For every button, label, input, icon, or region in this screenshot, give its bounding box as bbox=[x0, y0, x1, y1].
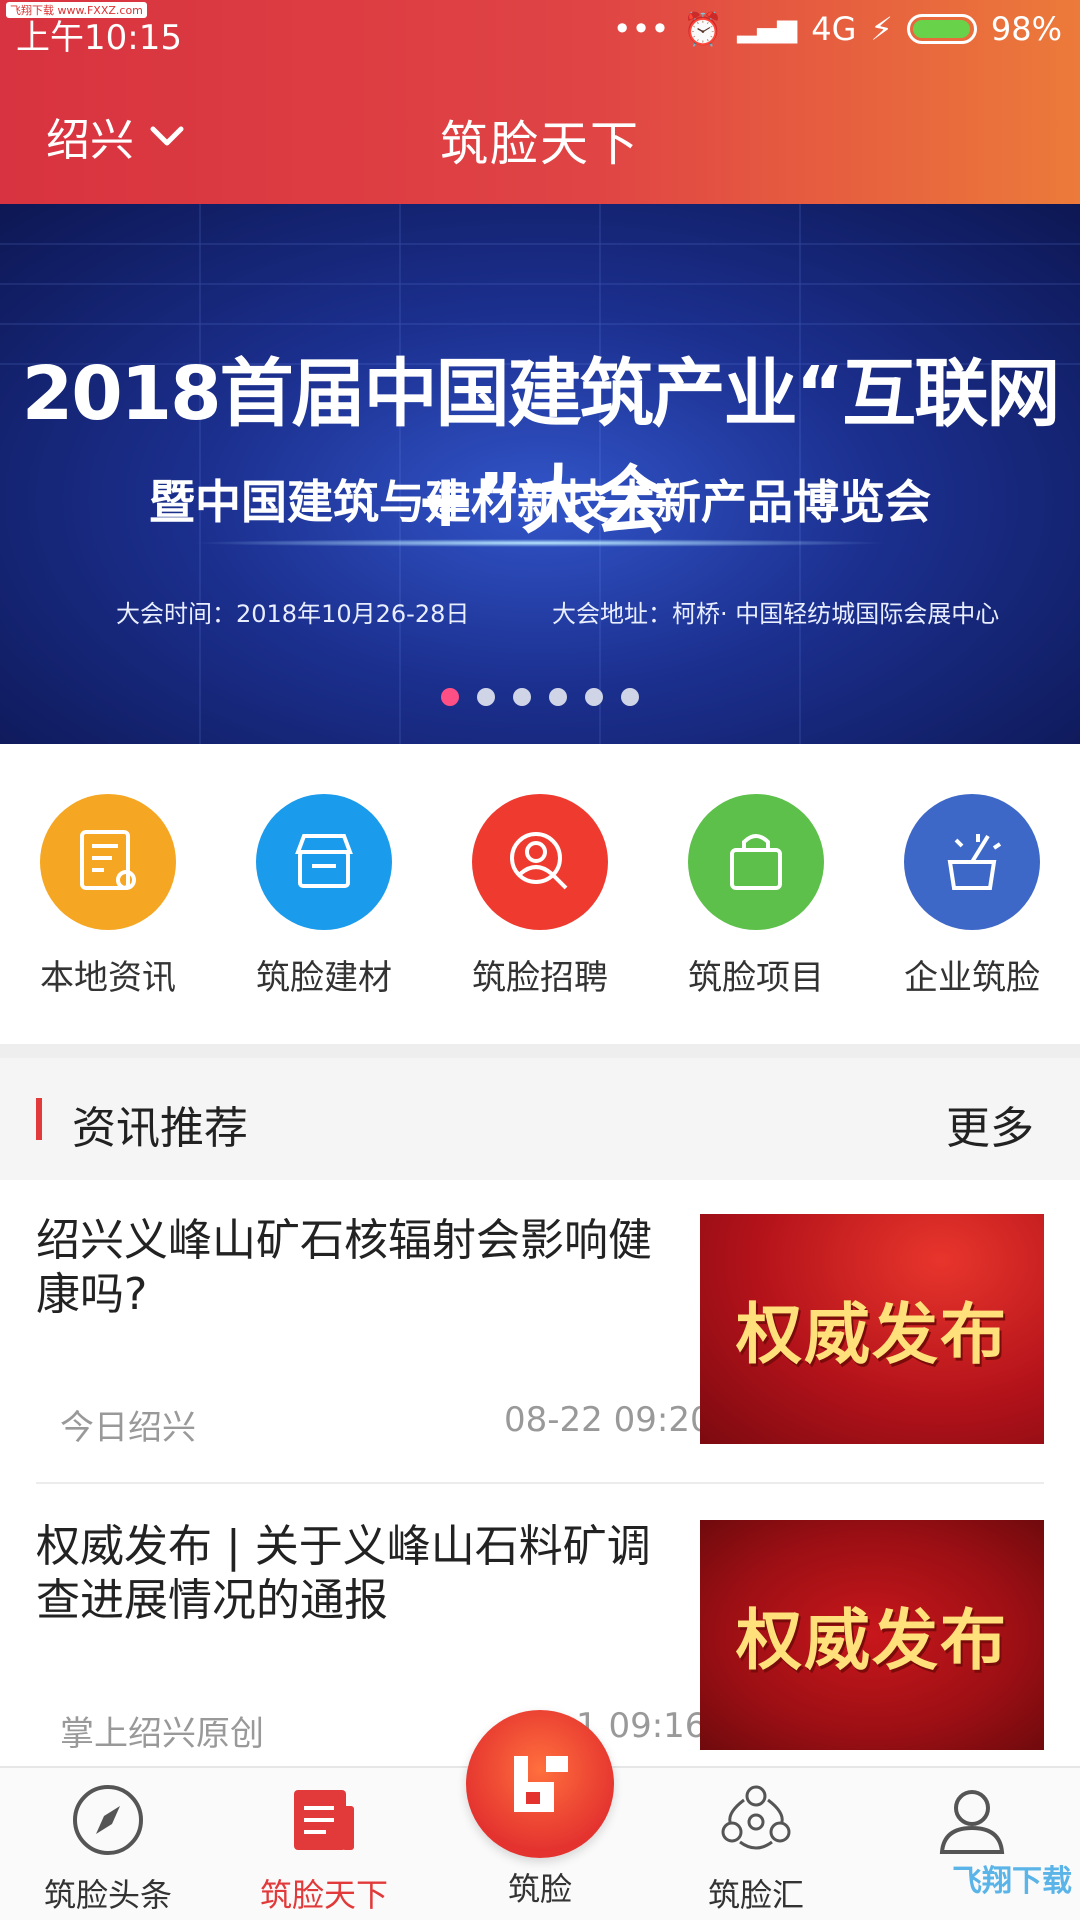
alarm-icon: ⏰ bbox=[683, 10, 724, 48]
thumbnail-text: 权威发布 bbox=[736, 1296, 1008, 1373]
page-title: 筑脸天下 bbox=[439, 116, 640, 172]
more-dots-icon: ••• bbox=[612, 10, 670, 48]
shortcut-recruitment[interactable]: 筑脸招聘 bbox=[432, 794, 648, 999]
banner-glow bbox=[190, 539, 890, 547]
newspaper-icon bbox=[294, 1790, 354, 1850]
news-thumbnail: 权威发布 bbox=[700, 1520, 1044, 1750]
shortcut-label: 企业筑脸 bbox=[904, 958, 1040, 998]
more-link[interactable]: 更多 bbox=[946, 1092, 1034, 1156]
battery-icon bbox=[906, 14, 977, 44]
shortcut-label: 筑脸项目 bbox=[688, 958, 824, 998]
tab-label: 筑脸 bbox=[507, 1870, 572, 1908]
local-news-icon bbox=[40, 794, 176, 930]
community-icon bbox=[721, 1785, 791, 1850]
news-source: 掌上绍兴原创 bbox=[60, 1714, 264, 1754]
network-label: 4G bbox=[811, 10, 857, 48]
status-time: 上午10:15 bbox=[16, 18, 182, 58]
news-date: 08-22 09:20 bbox=[504, 1400, 712, 1440]
shortcut-label: 筑脸建材 bbox=[256, 958, 392, 998]
section-accent-bar bbox=[36, 1098, 42, 1140]
carousel-dot[interactable] bbox=[549, 688, 567, 706]
carousel-dot[interactable] bbox=[477, 688, 495, 706]
promo-banner[interactable]: 2018首届中国建筑产业“互联网+”大会 暨中国建筑与建材新技术新产品博览会 大… bbox=[0, 204, 1080, 744]
profile-icon bbox=[939, 1790, 1005, 1854]
shortcut-label: 筑脸招聘 bbox=[472, 958, 608, 998]
news-title: 权威发布 | 关于义峰山石料矿调查进展情况的通报 bbox=[36, 1521, 651, 1626]
signal-icon: ▂▄▆ bbox=[737, 14, 798, 44]
status-icons: ••• ⏰ ▂▄▆ 4G ⚡ 98% bbox=[613, 10, 1062, 48]
tab-world[interactable]: 筑脸天下 bbox=[216, 1782, 432, 1916]
carousel-dot[interactable] bbox=[585, 688, 603, 706]
shortcut-label: 本地资讯 bbox=[40, 958, 176, 998]
charging-icon: ⚡ bbox=[870, 10, 893, 48]
tab-headlines[interactable]: 筑脸头条 bbox=[0, 1782, 216, 1916]
shortcut-local-news[interactable]: 本地资讯 bbox=[0, 794, 216, 999]
banner-time: 大会时间：2018年10月26-28日 bbox=[116, 600, 470, 628]
navbar: 绍兴 筑脸天下 bbox=[0, 62, 1080, 204]
building-materials-icon bbox=[256, 794, 392, 930]
thumbnail-text: 权威发布 bbox=[736, 1602, 1008, 1679]
carousel-dot[interactable] bbox=[513, 688, 531, 706]
app-header: 飞翔下载 www.FXXZ.com 上午10:15 ••• ⏰ ▂▄▆ 4G ⚡… bbox=[0, 0, 1080, 204]
battery-percent: 98% bbox=[990, 10, 1062, 48]
zhulian-center-button[interactable] bbox=[466, 1710, 614, 1858]
section-title: 资讯推荐 bbox=[72, 1103, 248, 1154]
shortcut-materials[interactable]: 筑脸建材 bbox=[216, 794, 432, 999]
compass-icon bbox=[73, 1785, 143, 1855]
tab-label: 筑脸天下 bbox=[259, 1876, 388, 1914]
news-divider bbox=[36, 1482, 1044, 1484]
enterprise-magic-icon bbox=[904, 794, 1040, 930]
carousel-dot[interactable] bbox=[441, 688, 459, 706]
news-thumbnail: 权威发布 bbox=[700, 1214, 1044, 1444]
news-source: 今日绍兴 bbox=[60, 1408, 196, 1448]
carousel-dots bbox=[0, 688, 1080, 706]
tab-label: 筑脸头条 bbox=[43, 1876, 172, 1914]
shortcut-grid: 本地资讯 筑脸建材 筑脸招聘 筑脸项目 企业筑脸 bbox=[0, 744, 1080, 1044]
tab-community[interactable]: 筑脸汇 bbox=[648, 1782, 864, 1916]
news-title: 绍兴义峰山矿石核辐射会影响健康吗? bbox=[36, 1215, 652, 1320]
recruitment-icon bbox=[472, 794, 608, 930]
news-section-header: 资讯推荐 更多 bbox=[0, 1058, 1080, 1180]
shortcut-projects[interactable]: 筑脸项目 bbox=[648, 794, 864, 999]
watermark: 飞翔下载 bbox=[952, 1864, 1072, 1899]
tab-label: 筑脸汇 bbox=[707, 1876, 804, 1914]
status-bar: 飞翔下载 www.FXXZ.com 上午10:15 ••• ⏰ ▂▄▆ 4G ⚡… bbox=[0, 0, 1080, 62]
shortcut-enterprise[interactable]: 企业筑脸 bbox=[864, 794, 1080, 999]
project-bag-icon bbox=[688, 794, 824, 930]
section-separator bbox=[0, 1044, 1080, 1058]
banner-place: 大会地址：柯桥· 中国轻纺城国际会展中心 bbox=[552, 600, 1000, 628]
news-item[interactable]: 绍兴义峰山矿石核辐射会影响健康吗? 今日绍兴 08-22 09:20 权威发布 bbox=[36, 1214, 1044, 1448]
zhulian-logo-icon bbox=[514, 1756, 568, 1812]
carousel-dot[interactable] bbox=[621, 688, 639, 706]
tab-zhulian[interactable]: 筑脸 bbox=[432, 1856, 648, 1910]
banner-subheadline: 暨中国建筑与建材新技术新产品博览会 bbox=[149, 475, 931, 529]
